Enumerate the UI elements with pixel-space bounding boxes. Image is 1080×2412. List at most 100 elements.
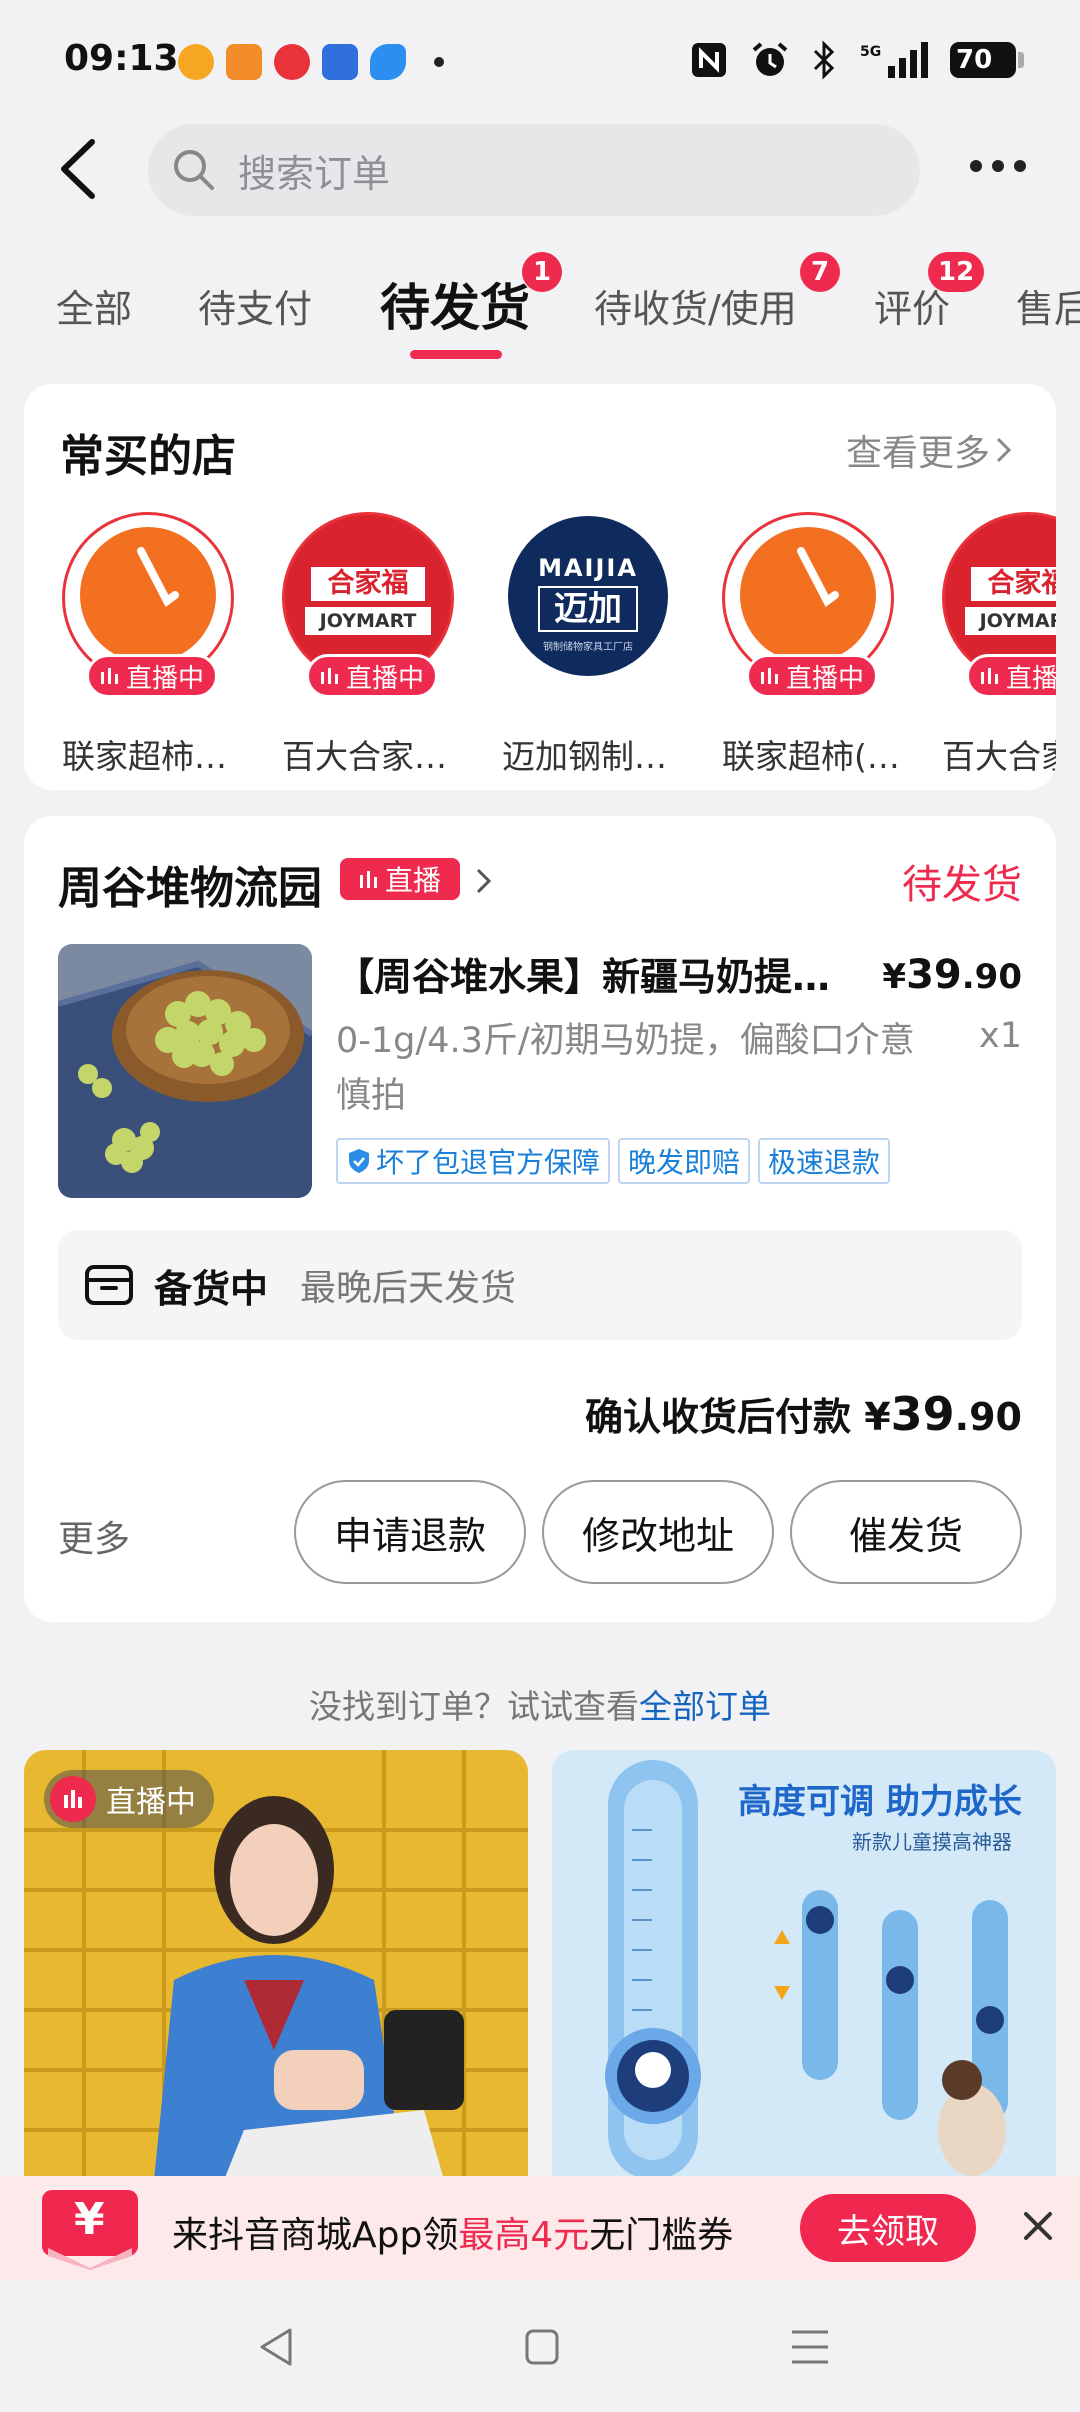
urge-shipment-button[interactable]: 催发货 — [790, 1480, 1022, 1584]
promo-headline: 高度可调 助力成长 — [738, 1782, 1022, 1822]
shop-name: 百大合家… — [282, 737, 447, 776]
search-input[interactable]: 搜索订单 — [148, 124, 920, 216]
shield-check-icon — [349, 1149, 369, 1173]
frequent-shops-card: 常买的店 查看更多 直播中 联家超柿… 合家福 JOYMART 直播中 百大合家… — [24, 384, 1056, 790]
shop-live-badge: 直播中 — [746, 654, 878, 698]
nav-back-icon[interactable] — [256, 2326, 296, 2368]
shop-item[interactable]: 直播中 联家超柿… — [62, 512, 242, 776]
shop-name: 联家超柿(… — [722, 737, 900, 776]
store-live-label: 直播 — [384, 864, 441, 897]
hint-text: 没找到订单？试试查看 — [309, 1687, 639, 1726]
status-bar: 09:13 5G 70 — [0, 0, 1080, 120]
tab-all[interactable]: 全部 — [56, 278, 132, 333]
product-image[interactable] — [58, 944, 312, 1198]
order-status: 待发货 — [902, 862, 1022, 908]
tab-badge-pending-shipment: 1 — [522, 252, 562, 292]
chevron-right-icon[interactable] — [472, 864, 496, 898]
maijia-logo-cn: 迈加 — [538, 586, 638, 632]
more-actions-link[interactable]: 更多 — [58, 1510, 130, 1562]
joymart-logo-en: JOYMART — [305, 607, 431, 635]
joymart-logo-en: JOYMART — [965, 607, 1056, 635]
payment-decimal: .90 — [954, 1395, 1022, 1439]
package-icon — [85, 1265, 133, 1305]
shipping-status-text: 最晚后天发货 — [300, 1268, 517, 1309]
shop-item[interactable]: 直播中 联家超柿(… — [722, 512, 902, 776]
shop-item[interactable]: 合家福 JOYMART 直播中 百大合家… — [282, 512, 462, 776]
shipping-status-box[interactable]: 备货中 最晚后天发货 — [58, 1230, 1022, 1340]
notification-icons — [178, 44, 444, 80]
joymart-logo-cn: 合家福 — [971, 567, 1056, 601]
feather-app-icon — [370, 44, 406, 80]
product-title[interactable]: 【周谷堆水果】新疆马奶提… — [336, 946, 856, 1001]
guarantee-tag-label: 坏了包退官方保障 — [376, 1146, 601, 1179]
tab-pending-payment[interactable]: 待支付 — [198, 278, 312, 333]
store-name[interactable]: 周谷堆物流园 — [58, 852, 322, 916]
tab-badge-reviews: 12 — [928, 252, 985, 292]
tab-badge-pending-receipt: 7 — [800, 252, 840, 292]
all-orders-link[interactable]: 全部订单 — [639, 1687, 771, 1726]
close-icon[interactable] — [1018, 2206, 1058, 2246]
alarm-icon — [752, 42, 788, 76]
coupon-banner: ¥ 来抖音商城App领最高4元无门槛券 去领取 — [0, 2176, 1080, 2280]
active-tab-indicator — [410, 350, 502, 359]
store-live-tag[interactable]: 直播 — [340, 858, 460, 900]
heart-app-icon — [274, 44, 310, 80]
guarantee-tag: 坏了包退官方保障 — [336, 1138, 611, 1184]
view-more-shops-link[interactable]: 查看更多 — [846, 424, 1016, 476]
live-bars-icon — [760, 668, 778, 684]
shop-name: 百大合家 — [942, 737, 1056, 776]
request-refund-button[interactable]: 申请退款 — [294, 1480, 526, 1584]
tab-pending-receipt[interactable]: 待收货/使用 — [594, 278, 797, 333]
recommendation-card[interactable]: 高度可调 助力成长 新款儿童摸高神器 — [552, 1750, 1056, 2180]
product-quantity: x1 — [979, 1016, 1022, 1056]
back-button[interactable] — [52, 134, 112, 204]
coupon-icon-symbol: ¥ — [74, 2194, 105, 2245]
live-bars-icon — [320, 668, 338, 684]
payment-integer: 39 — [890, 1387, 955, 1441]
product-guarantee-tags: 坏了包退官方保障 晚发即赔 极速退款 — [336, 1138, 891, 1184]
tab-after-sales[interactable]: 售后 — [1016, 278, 1080, 333]
grapes-product-image — [58, 944, 312, 1198]
recommendation-card[interactable]: 直播中 — [24, 1750, 528, 2180]
bluetooth-icon — [813, 40, 835, 80]
status-time: 09:13 — [64, 38, 179, 79]
tab-pending-shipment[interactable]: 待发货 — [380, 268, 530, 340]
price-decimal: .90 — [961, 957, 1022, 997]
svg-text:5G: 5G — [860, 44, 881, 60]
order-tabs: 全部 待支付 待发货 1 待收货/使用 7 评价 12 售后 — [0, 236, 1080, 366]
live-indicator-icon — [50, 1776, 96, 1822]
more-options-button[interactable] — [970, 160, 1030, 176]
shop-item[interactable]: 合家福 JOYMART 直播中 百大合家 — [942, 512, 1056, 776]
shop-item[interactable]: MAIJIA 迈加 钢制储物家具工厂店 迈加钢制… — [502, 512, 682, 776]
shop-name: 迈加钢制… — [502, 737, 667, 776]
payment-label: 确认收货后付款 — [584, 1395, 851, 1439]
nav-home-icon[interactable] — [524, 2328, 560, 2366]
coupon-text: 来抖音商城App领最高4元无门槛券 — [172, 2206, 733, 2258]
search-icon — [174, 150, 214, 190]
live-bars-icon — [359, 871, 377, 888]
battery-level: 70 — [956, 45, 993, 75]
late-compensation-tag: 晚发即赔 — [618, 1138, 751, 1184]
maijia-logo-sub: 钢制储物家具工厂店 — [543, 642, 633, 653]
live-label: 直播中 — [125, 663, 204, 694]
view-more-label: 查看更多 — [845, 433, 990, 474]
price-integer: 39 — [906, 952, 962, 998]
battery-icon: 70 — [950, 42, 1024, 78]
change-address-button[interactable]: 修改地址 — [542, 1480, 774, 1584]
search-placeholder: 搜索订单 — [238, 151, 391, 196]
nfc-icon — [692, 43, 726, 77]
maijia-logo-en: MAIJIA — [538, 554, 638, 582]
joymart-logo-cn: 合家福 — [311, 567, 425, 601]
system-navigation-bar — [0, 2280, 1080, 2412]
claim-coupon-button[interactable]: 去领取 — [800, 2194, 976, 2262]
shop-logo: MAIJIA 迈加 钢制储物家具工厂店 — [508, 516, 668, 676]
chevron-right-icon — [996, 437, 1012, 463]
coupon-text-before: 来抖音商城App领 — [172, 2215, 459, 2256]
live-label: 直播中 — [345, 663, 424, 694]
nav-menu-icon[interactable] — [790, 2328, 830, 2366]
app-notification-icon — [226, 44, 262, 80]
payment-symbol: ¥ — [864, 1395, 891, 1439]
live-label: 直播中 — [1005, 663, 1056, 694]
coupon-text-highlight: 最高4元 — [458, 2215, 590, 2256]
live-label: 直播中 — [785, 663, 864, 694]
